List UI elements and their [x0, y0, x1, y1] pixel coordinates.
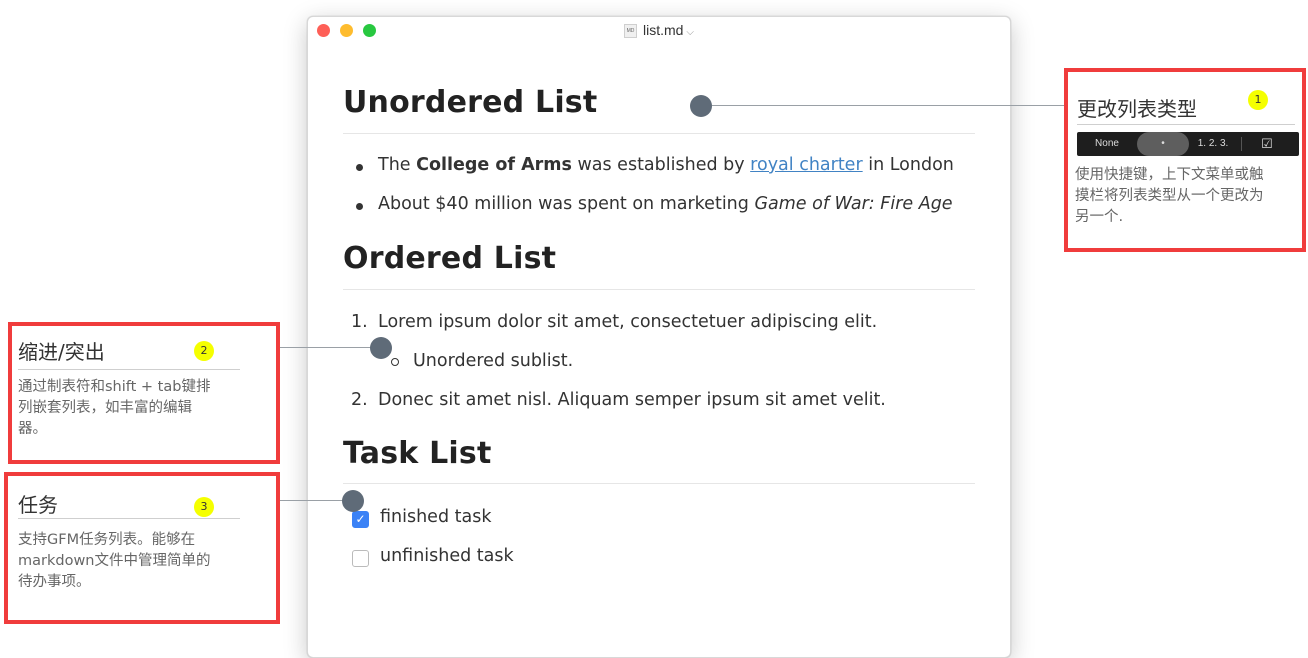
hollow-bullet-icon [391, 358, 399, 366]
touchbar-option-task[interactable]: ☑ [1243, 132, 1291, 156]
description-line: markdown文件中管理简单的 [18, 553, 211, 569]
annotation-tasks: 任务 3 支持GFM任务列表。能够在 markdown文件中管理简单的 待办事项… [4, 472, 280, 624]
touch-bar: None • 1. 2. 3. ☑ [1077, 132, 1299, 156]
heading-ordered-list[interactable]: Ordered List [343, 241, 556, 276]
list-item-text: The [378, 155, 417, 175]
editor-window: MD list.md ⌵ Unordered List The College of… [307, 16, 1011, 658]
heading-task-list[interactable]: Task List [343, 436, 492, 471]
annotation-badge: 2 [194, 341, 214, 361]
annotation-title: 更改列表类型 [1077, 97, 1197, 121]
touchbar-separator [1241, 137, 1242, 151]
heading-divider [343, 133, 975, 134]
royal-charter-link[interactable]: royal charter [750, 155, 862, 175]
annotation-description: 使用快捷键，上下文菜单或触 摸栏将列表类型从一个更改为 另一个. [1075, 165, 1299, 228]
annotation-badge: 1 [1248, 90, 1268, 110]
description-line: 通过制表符和shift + tab键排 [18, 379, 211, 395]
ordered-list-item[interactable]: Lorem ipsum dolor sit amet, consectetuer… [378, 312, 877, 332]
touchbar-option-numbered[interactable]: 1. 2. 3. [1189, 132, 1237, 156]
annotation-divider [18, 518, 240, 519]
heading-unordered-list[interactable]: Unordered List [343, 85, 597, 120]
annotation-marker-dot [370, 337, 392, 359]
list-number: 1. [351, 312, 368, 332]
description-line: 器。 [18, 421, 47, 437]
task-item[interactable]: unfinished task [380, 546, 514, 566]
window-title[interactable]: MD list.md ⌵ [308, 22, 1010, 39]
annotation-title: 任务 [18, 493, 58, 517]
connector-line [712, 105, 1064, 106]
annotation-indent-outdent: 缩进/突出 2 通过制表符和shift + tab键排 列嵌套列表，如丰富的编辑… [8, 322, 280, 464]
list-item[interactable]: The College of Arms was established by r… [378, 155, 954, 175]
task-checkbox-checked[interactable]: ✓ [352, 511, 369, 528]
bold-text: College of Arms [416, 155, 572, 175]
annotation-badge: 3 [194, 497, 214, 517]
list-item[interactable]: About $40 million was spent on marketing… [378, 194, 953, 214]
description-line: 待办事项。 [18, 574, 91, 590]
list-item-text: in London [862, 155, 954, 175]
annotation-change-list-type: 更改列表类型 1 None • 1. 2. 3. ☑ 使用快捷键，上下文菜单或触… [1064, 68, 1306, 252]
window-title-text: list.md [642, 22, 684, 38]
bullet-icon [356, 203, 363, 210]
touchbar-option-none[interactable]: None [1077, 132, 1137, 156]
description-line: 使用快捷键，上下文菜单或触 [1075, 167, 1264, 183]
task-checkbox-unchecked[interactable] [352, 550, 369, 567]
chevron-down-icon[interactable]: ⌵ [686, 27, 694, 38]
annotation-description: 支持GFM任务列表。能够在 markdown文件中管理简单的 待办事项。 [18, 530, 272, 593]
description-line: 另一个. [1075, 209, 1124, 225]
description-line: 摸栏将列表类型从一个更改为 [1075, 188, 1264, 204]
markdown-file-icon: MD [623, 24, 637, 39]
annotation-description: 通过制表符和shift + tab键排 列嵌套列表，如丰富的编辑 器。 [18, 377, 268, 440]
annotation-divider [18, 369, 240, 370]
annotation-divider [1077, 124, 1295, 125]
heading-divider [343, 289, 975, 290]
description-line: 列嵌套列表，如丰富的编辑 [18, 400, 192, 416]
annotation-marker-dot [690, 95, 712, 117]
description-line: 支持GFM任务列表。能够在 [18, 532, 196, 548]
list-item-text: was established by [571, 155, 751, 175]
heading-divider [343, 483, 975, 484]
bullet-icon [356, 164, 363, 171]
sublist-item[interactable]: Unordered sublist. [413, 351, 573, 371]
list-number: 2. [351, 390, 368, 410]
annotation-marker-dot [342, 490, 364, 512]
italic-text: Game of War: Fire Age [754, 194, 953, 214]
title-bar: MD list.md ⌵ [308, 17, 1010, 45]
ordered-list-item[interactable]: Donec sit amet nisl. Aliquam semper ipsu… [378, 390, 886, 410]
touchbar-option-bullet[interactable]: • [1137, 132, 1189, 156]
list-item-text: About $40 million was spent on marketing [378, 194, 755, 214]
task-item[interactable]: finished task [380, 507, 491, 527]
annotation-title: 缩进/突出 [18, 340, 105, 364]
